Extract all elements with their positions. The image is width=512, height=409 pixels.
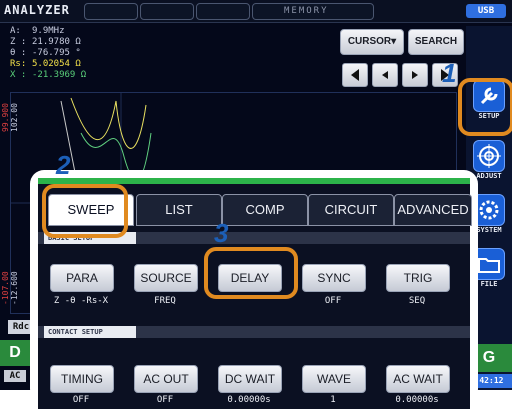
wave-value: 1 xyxy=(330,395,336,405)
sweep-highlight-ring xyxy=(42,184,128,238)
usb-badge: USB xyxy=(466,4,506,18)
d-label: D xyxy=(0,340,30,366)
source-button[interactable]: SOURCE xyxy=(134,264,198,292)
ac-wait-value: 0.00000s xyxy=(395,395,439,405)
measurement-readout: A: 9.9MHz Z : 21.9780 Ω θ : -76.795 ° Rs: 5.… xyxy=(10,26,86,81)
step-number-2: 2 xyxy=(56,150,71,180)
wave-button[interactable]: WAVE xyxy=(302,365,366,393)
cursor-button[interactable]: CURSOR▾ xyxy=(340,29,404,55)
freq-label: A: xyxy=(10,26,21,36)
sidebar-item-label: SYSTEM xyxy=(476,226,502,234)
step-right-button[interactable] xyxy=(402,63,428,87)
rs-value: 5.02054 Ω xyxy=(32,59,81,69)
ac-out-button[interactable]: AC OUT xyxy=(134,365,198,393)
trig-value: SEQ xyxy=(408,296,426,306)
theta-value: -76.795 ° xyxy=(32,48,81,58)
step-number-1: 1 xyxy=(442,58,457,88)
ac-out-value: OFF xyxy=(156,395,174,405)
step-left-button[interactable] xyxy=(372,63,398,87)
triangle-left-icon xyxy=(351,69,359,81)
top-bar: ANALYZER MEMORY USB xyxy=(0,0,512,23)
y-top-label: 99.900 xyxy=(1,103,10,132)
contact-setup-header: CONTACT SETUP xyxy=(38,326,470,338)
triangle-left-small-icon xyxy=(382,71,388,79)
source-value: FREQ xyxy=(154,296,176,306)
y-top-label2: 102.00 xyxy=(10,103,19,132)
sync-button[interactable]: SYNC xyxy=(302,264,366,292)
top-tab-1[interactable] xyxy=(84,3,138,20)
sync-value: OFF xyxy=(324,296,342,306)
tab-circuit[interactable]: CIRCUIT xyxy=(308,194,394,226)
para-button[interactable]: PARA xyxy=(50,264,114,292)
setup-highlight-ring xyxy=(458,78,512,136)
step-number-3: 3 xyxy=(214,218,229,248)
delay-highlight-ring xyxy=(204,247,298,299)
z-value: 21.9780 Ω xyxy=(32,37,81,47)
tab-list[interactable]: LIST xyxy=(136,194,222,226)
dc-wait-value: 0.00000s xyxy=(227,395,271,405)
freq-value: 9.9MHz xyxy=(32,26,65,36)
triangle-right-small-icon xyxy=(412,71,418,79)
timing-value: OFF xyxy=(72,395,90,405)
sidebar-item-label: ADJUST xyxy=(476,172,502,180)
ac-label: AC xyxy=(4,370,26,382)
app-title: ANALYZER xyxy=(4,3,70,17)
memory-label: MEMORY xyxy=(284,6,329,16)
x-label: X : xyxy=(10,70,27,80)
trig-button[interactable]: TRIG xyxy=(386,264,450,292)
para-value: Z -θ -Rs-X xyxy=(53,296,109,306)
z-label: Z : xyxy=(10,37,27,47)
tab-advanced[interactable]: ADVANCED xyxy=(394,194,472,226)
target-icon xyxy=(473,140,505,172)
contact-setup-label: CONTACT SETUP xyxy=(44,326,136,338)
search-button[interactable]: SEARCH xyxy=(408,29,464,55)
top-tab-2[interactable] xyxy=(140,3,194,20)
y-bottom-label: -107.00 xyxy=(1,271,10,305)
x-value: -21.3969 Ω xyxy=(32,70,87,80)
timing-button[interactable]: TIMING xyxy=(50,365,114,393)
dc-wait-button[interactable]: DC WAIT xyxy=(218,365,282,393)
ac-wait-button[interactable]: AC WAIT xyxy=(386,365,450,393)
rs-label: Rs: xyxy=(10,59,27,69)
sidebar-item-label: FILE xyxy=(480,280,498,288)
tab-comp[interactable]: COMP xyxy=(222,194,308,226)
theta-label: θ : xyxy=(10,48,27,58)
jump-left-button[interactable] xyxy=(342,63,368,87)
y-bottom-label2: -12.600 xyxy=(10,271,19,305)
top-tab-3[interactable] xyxy=(196,3,250,20)
